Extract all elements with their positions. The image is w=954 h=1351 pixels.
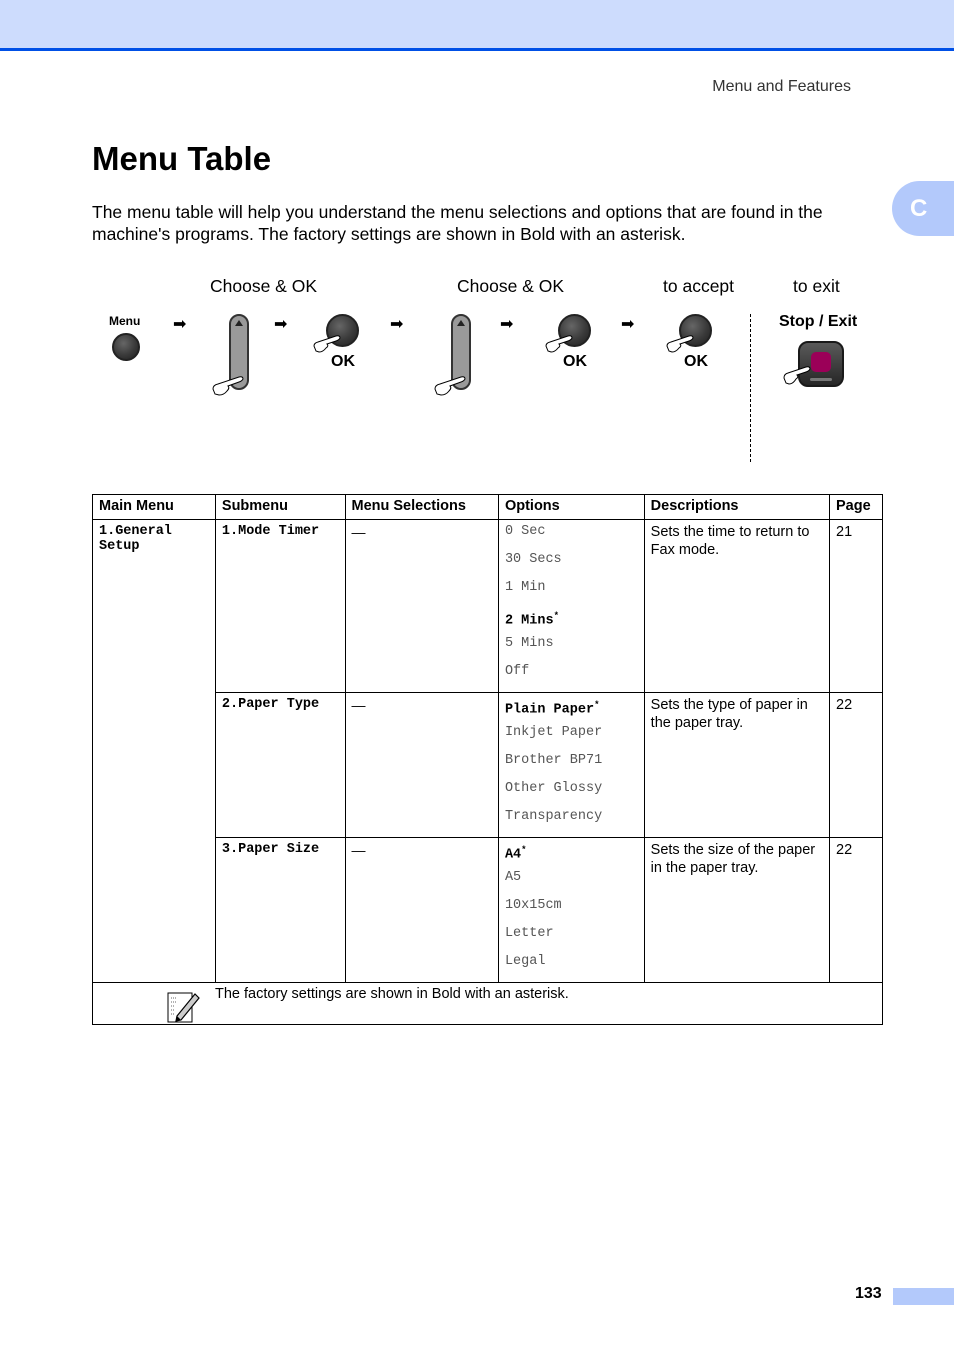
step-label-choose-ok-2: Choose & OK xyxy=(457,276,564,296)
arrow-icon: ➡ xyxy=(500,316,514,333)
page-cell: 22 xyxy=(829,837,883,983)
submenu-cell: 3.Paper Size xyxy=(214,837,346,983)
options-cell: 0 Sec 30 Secs 1 Min 2 Mins* 5 Mins Off xyxy=(497,519,645,693)
note-row: The factory settings are shown in Bold w… xyxy=(92,982,883,1025)
main-menu-label: 1.General Setup xyxy=(99,524,172,554)
arrow-icon: ➡ xyxy=(274,316,288,333)
column-header: Menu Selections xyxy=(344,494,499,520)
selection-cell: — xyxy=(344,692,499,838)
chapter-tab[interactable]: C xyxy=(892,181,954,236)
pointing-hand-icon xyxy=(212,376,244,396)
description-cell: Sets the time to return to Fax mode. xyxy=(643,519,831,693)
table-header-row: Main Menu Submenu Menu Selections Option… xyxy=(92,494,883,520)
options-cell: A4* A5 10x15cm Letter Legal xyxy=(497,837,645,983)
column-header: Submenu xyxy=(214,494,346,520)
step-label-choose-ok-1: Choose & OK xyxy=(210,276,317,296)
option-item: 0 Sec xyxy=(504,524,546,539)
page-number: 133 xyxy=(855,1285,882,1302)
step-label-accept: to accept xyxy=(663,276,735,296)
description-cell: Sets the size of the paper in the paper … xyxy=(643,837,831,983)
option-item-default: 2 Mins* xyxy=(504,611,559,629)
page-cell: 21 xyxy=(829,519,883,693)
page-cell: 22 xyxy=(829,692,883,838)
option-item: Inkjet Paper xyxy=(504,725,603,740)
option-item: 10x15cm xyxy=(504,898,562,913)
arrow-icon: ➡ xyxy=(621,316,635,333)
option-item: Off xyxy=(504,664,530,679)
options-cell: Plain Paper* Inkjet Paper Brother BP71 O… xyxy=(497,692,645,838)
ok-key-label: OK xyxy=(684,353,708,370)
pointing-hand-icon xyxy=(434,376,466,396)
arrow-icon: ➡ xyxy=(390,316,404,333)
option-item: 5 Mins xyxy=(504,636,554,651)
option-item-default: Plain Paper* xyxy=(504,700,600,718)
header-band xyxy=(0,0,954,51)
pointing-hand-icon xyxy=(313,335,341,353)
option-item: Other Glossy xyxy=(504,781,603,796)
table-row: 1.General Setup 1.Mode Timer — 0 Sec 30 … xyxy=(92,519,883,983)
main-menu-cell: 1.General Setup xyxy=(92,519,216,983)
column-header: Page xyxy=(829,494,883,520)
page-title: Menu Table xyxy=(92,140,272,177)
column-header: Main Menu xyxy=(92,494,216,520)
column-header: Options xyxy=(497,494,645,520)
option-item: Letter xyxy=(504,926,554,941)
intro-paragraph: The menu table will help you understand … xyxy=(92,202,823,244)
menu-key-icon xyxy=(112,333,140,361)
selection-cell: — xyxy=(344,837,499,983)
running-head: Menu and Features xyxy=(712,78,851,95)
arrow-icon: ➡ xyxy=(173,316,187,333)
description-cell: Sets the type of paper in the paper tray… xyxy=(643,692,831,838)
note-text: The factory settings are shown in Bold w… xyxy=(215,986,569,1002)
menu-table: Main Menu Submenu Menu Selections Option… xyxy=(92,494,883,1025)
chapter-tab-label: C xyxy=(910,194,928,222)
option-item: 1 Min xyxy=(504,580,546,595)
stop-exit-label: Stop / Exit xyxy=(779,313,858,330)
option-item: 30 Secs xyxy=(504,552,562,567)
ok-key-label: OK xyxy=(563,353,587,370)
divider-dashed xyxy=(750,314,751,462)
pointing-hand-icon xyxy=(783,366,811,385)
submenu-cell: 1.Mode Timer xyxy=(214,519,346,693)
submenu-cell: 2.Paper Type xyxy=(214,692,346,838)
note-cell: The factory settings are shown in Bold w… xyxy=(92,982,883,1025)
page-number-bar xyxy=(893,1288,954,1305)
option-item-default: A4* xyxy=(504,845,527,863)
option-item: Legal xyxy=(504,954,546,969)
option-item: Brother BP71 xyxy=(504,753,603,768)
ok-key-label: OK xyxy=(331,353,355,370)
column-header: Descriptions xyxy=(643,494,831,520)
pointing-hand-icon xyxy=(545,335,573,353)
menu-key-label: Menu xyxy=(109,314,141,328)
note-pencil-icon xyxy=(167,992,200,1023)
option-item: Transparency xyxy=(504,809,603,824)
selection-cell: — xyxy=(344,519,499,693)
step-label-exit: to exit xyxy=(793,276,840,296)
option-item: A5 xyxy=(504,870,522,885)
pointing-hand-icon xyxy=(666,335,694,353)
